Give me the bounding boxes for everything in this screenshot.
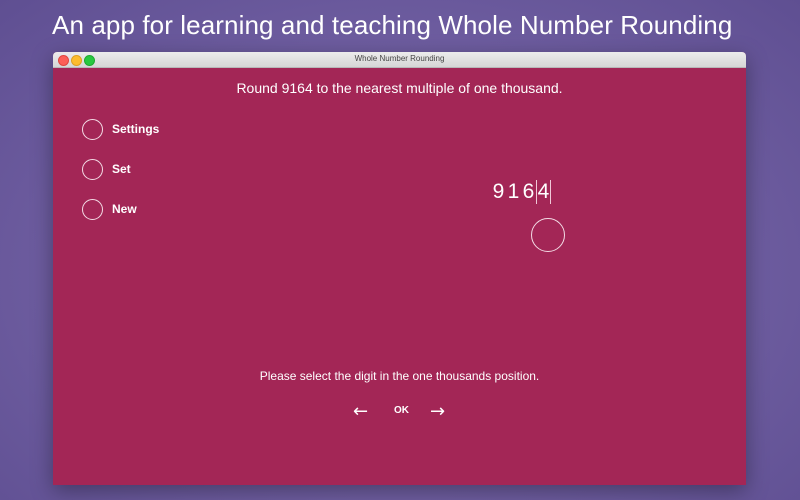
right-arrow-icon[interactable]: →: [430, 402, 445, 422]
question-text: Round 9164 to the nearest multiple of on…: [236, 80, 563, 96]
answer-circle-button[interactable]: [531, 218, 565, 252]
settings-circle-icon[interactable]: [82, 118, 103, 140]
new-button[interactable]: New: [82, 196, 137, 222]
settings-label[interactable]: Settings: [112, 122, 159, 136]
set-label[interactable]: Set: [112, 162, 131, 176]
set-button[interactable]: Set: [82, 156, 131, 182]
app-window: Whole Number Rounding Round 9164 to the …: [53, 52, 746, 485]
number-display: 9 1 6 4: [491, 176, 551, 208]
digit-ones[interactable]: 4: [536, 180, 551, 204]
window-titlebar: Whole Number Rounding: [53, 52, 746, 68]
left-arrow-icon[interactable]: ←: [353, 402, 368, 422]
ok-button[interactable]: OK: [394, 405, 409, 416]
instruction-prompt: Please select the digit in the one thous…: [259, 369, 540, 383]
digit-hundreds[interactable]: 1: [506, 180, 521, 204]
settings-button[interactable]: Settings: [82, 116, 159, 142]
new-circle-icon[interactable]: [82, 198, 103, 220]
new-label[interactable]: New: [112, 202, 137, 216]
promo-headline: An app for learning and teaching Whole N…: [52, 10, 733, 40]
digit-tens[interactable]: 6: [521, 180, 536, 204]
window-title: Whole Number Rounding: [354, 54, 445, 63]
digit-thousands[interactable]: 9: [491, 180, 506, 204]
set-circle-icon[interactable]: [82, 158, 103, 180]
